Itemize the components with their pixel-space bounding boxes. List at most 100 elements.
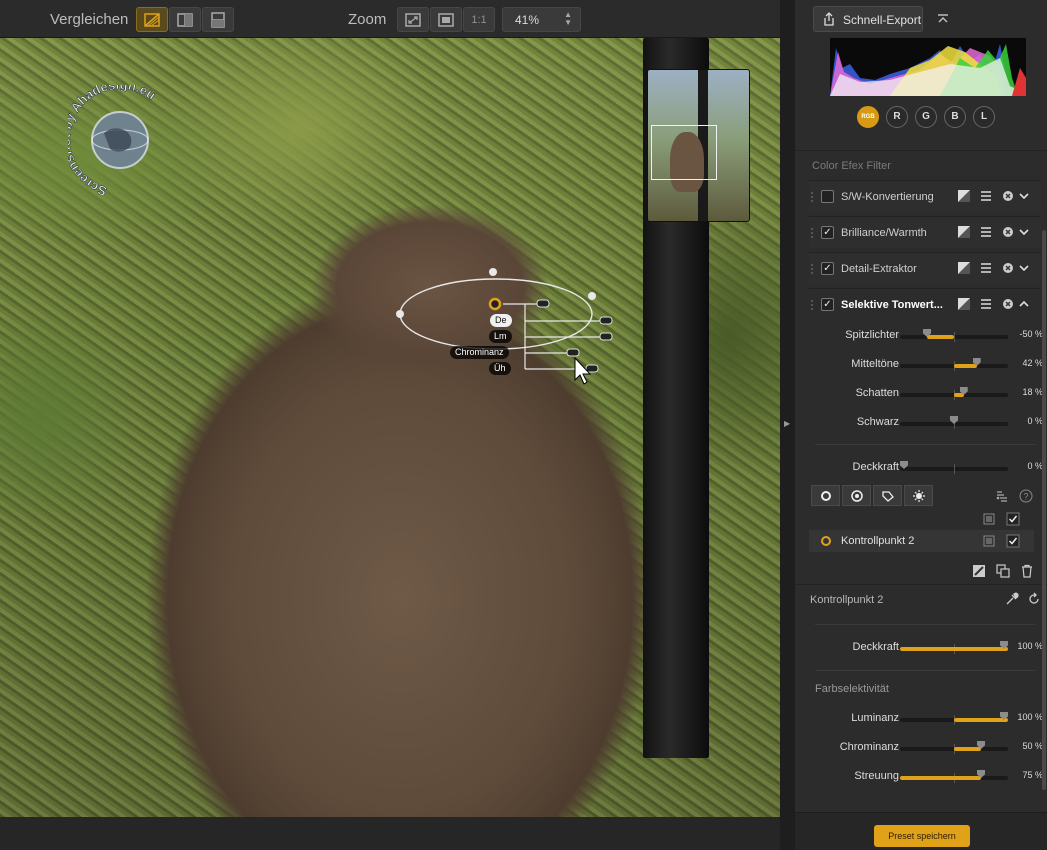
drag-grip-icon[interactable] — [811, 264, 813, 274]
save-preset-button[interactable]: Preset speichern — [874, 825, 970, 847]
remove-icon[interactable] — [1001, 225, 1015, 239]
collapse-up-icon[interactable] — [935, 10, 951, 26]
cp-tag-uh[interactable]: Üh — [489, 362, 511, 375]
slider-track[interactable] — [900, 712, 1008, 725]
slider-value: 100 % — [1017, 641, 1043, 651]
delete-icon[interactable] — [1020, 564, 1034, 578]
filter-enable-checkbox[interactable]: ✓ — [821, 298, 834, 311]
image-canvas[interactable]: Screenshot by Ahadesign.eu — [0, 38, 780, 817]
slider-filter-opacity[interactable]: Deckkraft 0 % — [809, 457, 1043, 479]
slider-track[interactable] — [900, 387, 1008, 400]
menu-icon[interactable] — [979, 297, 993, 311]
drag-grip-icon[interactable] — [811, 300, 813, 310]
brush-tool-button[interactable] — [842, 485, 871, 506]
slider-track[interactable] — [900, 641, 1008, 654]
control-point-enable-checkbox[interactable] — [1006, 534, 1020, 548]
menu-icon[interactable] — [979, 225, 993, 239]
drag-grip-icon[interactable] — [811, 228, 813, 238]
chevron-down-icon[interactable] — [1017, 261, 1031, 275]
filter-row-selective-tonal[interactable]: ✓ Selektive Tonwert... — [809, 288, 1041, 320]
reset-icon[interactable] — [1027, 592, 1041, 606]
compare-stacked-button[interactable] — [202, 7, 234, 32]
watermark-logo: Screenshot by Ahadesign.eu — [68, 85, 159, 195]
mask-toggle-icon[interactable] — [982, 512, 996, 526]
sort-icon[interactable] — [995, 489, 1009, 503]
slider-chrominance[interactable]: Chrominanz 50 % — [809, 737, 1043, 759]
duplicate-icon[interactable] — [996, 564, 1010, 578]
slider-midtones[interactable]: Mitteltöne 42 % — [809, 354, 1043, 376]
filter-row-brilliance[interactable]: ✓ Brilliance/Warmth — [809, 216, 1041, 248]
mask-toggle-icon[interactable] — [982, 534, 996, 548]
slider-spread[interactable]: Streuung 75 % — [809, 766, 1043, 788]
brush-tool-icon — [850, 489, 863, 502]
slider-label: Schwarz — [856, 416, 899, 428]
mask-icon[interactable] — [957, 261, 971, 275]
control-point-section-title: Kontrollpunkt 2 — [810, 594, 884, 606]
zoom-one-to-one-button[interactable]: 1:1 — [463, 7, 495, 32]
invert-mask-icon[interactable] — [972, 564, 986, 578]
chevron-up-icon[interactable] — [1017, 297, 1031, 311]
slider-label: Schatten — [855, 387, 899, 399]
all-enable-checkbox[interactable] — [1006, 512, 1020, 526]
slider-track[interactable] — [900, 741, 1008, 754]
slider-track[interactable] — [900, 461, 1008, 474]
filter-row-detail[interactable]: ✓ Detail-Extraktor — [809, 252, 1041, 284]
remove-icon[interactable] — [1001, 189, 1015, 203]
slider-track[interactable] — [900, 770, 1008, 783]
slider-track[interactable] — [900, 329, 1008, 342]
remove-icon[interactable] — [1001, 297, 1015, 311]
slider-luminance[interactable]: Luminanz 100 % — [809, 708, 1043, 730]
zoom-level-select[interactable]: 41% ▲ ▼ — [502, 7, 581, 32]
control-point-tool-button[interactable] — [811, 485, 840, 506]
channel-r-button[interactable]: R — [886, 106, 908, 128]
channel-b-button[interactable]: B — [944, 106, 966, 128]
cp-tag-lm[interactable]: Lm — [489, 330, 512, 343]
mask-icon[interactable] — [957, 297, 971, 311]
cp-tag-de[interactable]: De — [490, 314, 512, 327]
quick-export-label: Schnell-Export — [843, 13, 922, 27]
zoom-fit-button[interactable] — [397, 7, 429, 32]
channel-rgb-button[interactable]: RGB — [857, 106, 879, 128]
remove-icon[interactable] — [1001, 261, 1015, 275]
auto-mask-tool-button[interactable] — [904, 485, 933, 506]
slider-cp-opacity[interactable]: Deckkraft 100 % — [809, 637, 1043, 659]
compare-split-button[interactable] — [136, 7, 168, 32]
slider-track[interactable] — [900, 358, 1008, 371]
zoom-fill-button[interactable] — [430, 7, 462, 32]
chevron-down-icon[interactable] — [1017, 225, 1031, 239]
filter-enable-checkbox[interactable] — [821, 190, 834, 203]
slider-handle[interactable] — [950, 416, 958, 424]
filter-enable-checkbox[interactable]: ✓ — [821, 226, 834, 239]
eyedropper-icon[interactable] — [1005, 592, 1019, 606]
panel-scrollbar[interactable] — [1042, 230, 1046, 790]
slider-shadows[interactable]: Schatten 18 % — [809, 383, 1043, 405]
slider-track[interactable] — [900, 416, 1008, 429]
drag-grip-icon[interactable] — [811, 192, 813, 202]
slider-handle[interactable] — [900, 461, 908, 469]
menu-icon[interactable] — [979, 261, 993, 275]
help-icon[interactable]: ? — [1019, 489, 1033, 503]
expand-arrow-icon[interactable]: ▶ — [784, 419, 790, 428]
quick-export-button[interactable]: Schnell-Export — [813, 6, 923, 32]
chevron-down-icon[interactable] — [1017, 189, 1031, 203]
right-panel: Schnell-Export RGB R G B L Color Efex Fi… — [795, 0, 1047, 850]
filter-row-bw[interactable]: S/W-Konvertierung — [809, 180, 1041, 212]
channel-l-button[interactable]: L — [973, 106, 995, 128]
mask-icon[interactable] — [957, 225, 971, 239]
slider-label: Streuung — [854, 770, 899, 782]
slider-value: 50 % — [1022, 741, 1043, 751]
filter-enable-checkbox[interactable]: ✓ — [821, 262, 834, 275]
navigator-thumbnail[interactable] — [647, 69, 750, 222]
shape-tool-button[interactable] — [873, 485, 902, 506]
panel-splitter[interactable]: ▶ — [780, 0, 795, 850]
slider-highlights[interactable]: Spitzlichter -50 % — [809, 325, 1043, 347]
navigator-viewport-rect[interactable] — [651, 125, 717, 180]
compare-label: Vergleichen — [50, 11, 129, 28]
menu-icon[interactable] — [979, 189, 993, 203]
channel-g-button[interactable]: G — [915, 106, 937, 128]
slider-black[interactable]: Schwarz 0 % — [809, 412, 1043, 434]
control-point-list-item[interactable]: Kontrollpunkt 2 — [809, 530, 1034, 552]
compare-side-by-side-button[interactable] — [169, 7, 201, 32]
mask-icon[interactable] — [957, 189, 971, 203]
cp-tag-chrominanz[interactable]: Chrominanz — [450, 346, 509, 359]
